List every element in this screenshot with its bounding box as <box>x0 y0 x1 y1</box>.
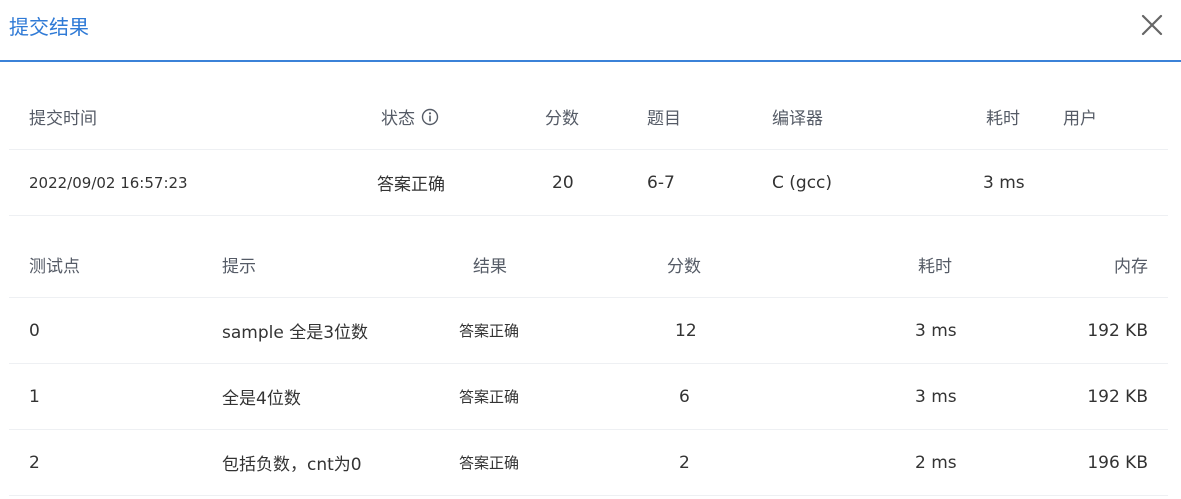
testcase-header-row: 测试点 提示 结果 分数 耗时 内存 <box>9 232 1168 298</box>
close-button[interactable] <box>1139 12 1165 38</box>
case-result-badge: 答案正确 <box>459 322 520 340</box>
case-duration: 2 ms <box>915 452 957 473</box>
col-case-duration: 耗时 <box>918 257 952 277</box>
case-id: 2 <box>29 452 40 473</box>
case-id: 1 <box>29 386 40 407</box>
col-score: 分数 <box>545 109 579 129</box>
col-compiler: 编译器 <box>772 109 823 129</box>
col-hint: 提示 <box>222 257 256 277</box>
case-score: 12 <box>675 320 697 341</box>
table-row: 1 全是4位数 答案正确 6 3 ms 192 KB <box>9 364 1168 430</box>
col-case-score: 分数 <box>667 257 701 277</box>
submission-header-row: 提交时间 状态 分数 题目 编译器 耗时 用户 <box>9 84 1168 150</box>
case-duration: 3 ms <box>915 386 957 407</box>
col-status: 状态 <box>381 84 439 149</box>
case-memory: 192 KB <box>1087 386 1148 407</box>
case-memory: 196 KB <box>1087 452 1148 473</box>
dialog-title: 提交结果 <box>9 15 89 39</box>
case-id: 0 <box>29 320 40 341</box>
case-score: 2 <box>679 452 690 473</box>
case-hint: 全是4位数 <box>222 389 301 409</box>
status-badge: 答案正确 <box>377 175 445 195</box>
case-result-badge: 答案正确 <box>459 454 520 472</box>
case-hint: 包括负数，cnt为0 <box>222 455 362 475</box>
col-result: 结果 <box>473 257 507 277</box>
col-duration: 耗时 <box>986 109 1020 129</box>
case-memory: 192 KB <box>1087 320 1148 341</box>
info-icon[interactable] <box>421 108 439 126</box>
case-hint: sample 全是3位数 <box>222 323 369 343</box>
col-submit-time: 提交时间 <box>29 109 97 129</box>
col-case-id: 测试点 <box>29 257 80 277</box>
table-row: 0 sample 全是3位数 答案正确 12 3 ms 192 KB <box>9 298 1168 364</box>
col-user: 用户 <box>1063 109 1097 129</box>
submission-score: 20 <box>552 172 574 193</box>
case-score: 6 <box>679 386 690 407</box>
submission-table: 提交时间 状态 分数 题目 编译器 耗时 用户 2022/09/02 16:57… <box>9 84 1168 216</box>
close-icon[interactable] <box>1139 12 1165 38</box>
col-memory: 内存 <box>1114 257 1148 277</box>
submission-row: 2022/09/02 16:57:23 答案正确 20 6-7 C (gcc) … <box>9 150 1168 216</box>
table-row: 2 包括负数，cnt为0 答案正确 2 2 ms 196 KB <box>9 430 1168 496</box>
case-result-badge: 答案正确 <box>459 388 520 406</box>
case-duration: 3 ms <box>915 320 957 341</box>
submission-result-dialog: 提交结果 提交时间 状态 分数 题目 编译器 耗时 用户 2022/09/02 … <box>0 0 1181 499</box>
problem-link[interactable]: 6-7 <box>647 150 675 215</box>
dialog-header: 提交结果 <box>0 0 1181 62</box>
submit-time: 2022/09/02 16:57:23 <box>29 173 188 192</box>
col-status-label: 状态 <box>381 109 415 129</box>
testcase-table: 测试点 提示 结果 分数 耗时 内存 0 sample 全是3位数 答案正确 1… <box>9 232 1168 496</box>
submission-duration: 3 ms <box>983 172 1025 193</box>
compiler-name: C (gcc) <box>772 172 833 193</box>
col-problem: 题目 <box>647 109 681 129</box>
